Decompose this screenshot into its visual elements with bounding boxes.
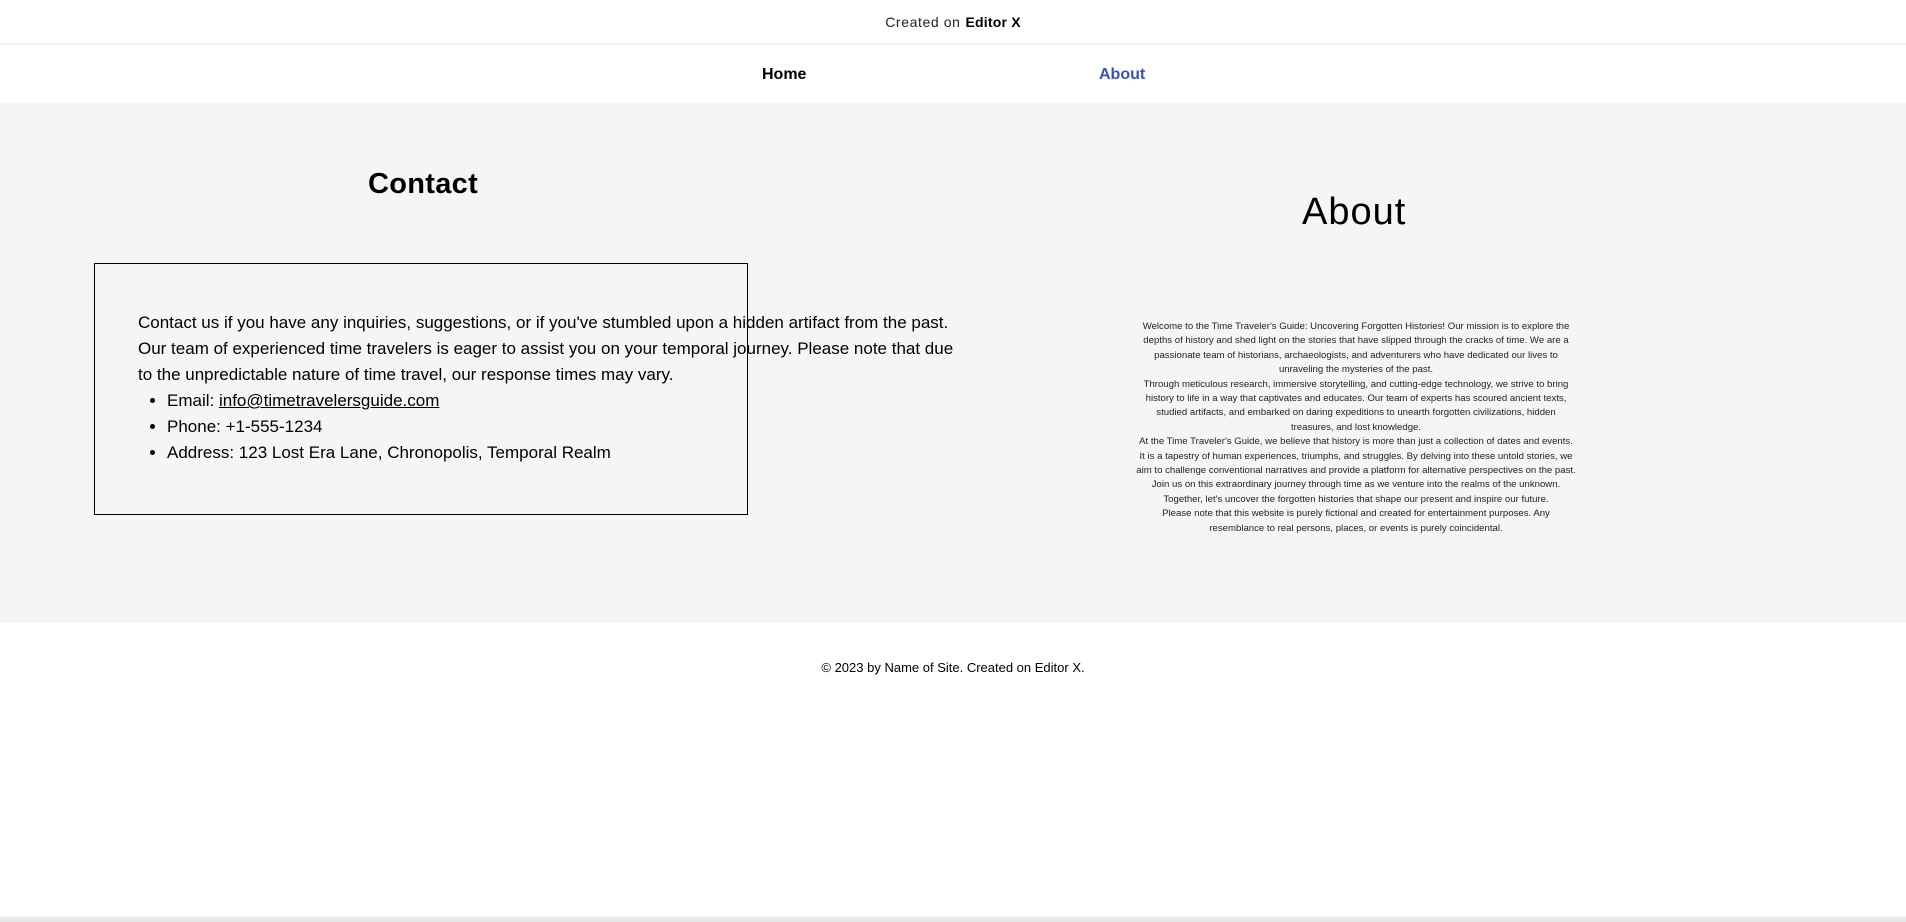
footer-copyright: © 2023 by Name of Site. Created on Edito… — [821, 660, 1085, 675]
contact-intro: Contact us if you have any inquiries, su… — [138, 313, 954, 384]
page: Created on Editor X Home About Contact C… — [0, 0, 1906, 922]
about-paragraph: Through meticulous research, immersive s… — [1143, 378, 1569, 433]
about-paragraph: Please note that this website is purely … — [1162, 508, 1550, 534]
about-text: Welcome to the Time Traveler's Guide: Un… — [1136, 320, 1576, 536]
editor-x-banner[interactable]: Created on Editor X — [0, 0, 1906, 43]
about-paragraph: Join us on this extraordinary journey th… — [1151, 479, 1561, 505]
email-link[interactable]: info@timetravelersguide.com — [219, 391, 439, 410]
nav-item-about[interactable]: About — [1099, 66, 1145, 84]
nav-item-home[interactable]: Home — [762, 66, 806, 84]
main-section: Contact Contact us if you have any inqui… — [0, 103, 1906, 623]
banner-brand: Editor X — [965, 13, 1021, 30]
contact-email-item: Email: info@timetravelersguide.com — [167, 388, 958, 414]
bottom-edge-divider — [0, 916, 1906, 922]
about-paragraph: Welcome to the Time Traveler's Guide: Un… — [1142, 321, 1570, 376]
contact-address-item: Address: 123 Lost Era Lane, Chronopolis,… — [167, 440, 958, 466]
contact-list: Email: info@timetravelersguide.com Phone… — [138, 388, 958, 466]
main-nav: Home About — [0, 44, 1906, 103]
contact-text: Contact us if you have any inquiries, su… — [138, 310, 958, 466]
about-paragraph: At the Time Traveler's Guide, we believe… — [1136, 436, 1576, 477]
banner-prefix: Created on — [885, 13, 961, 30]
contact-title: Contact — [368, 168, 479, 200]
email-label: Email: — [167, 391, 219, 410]
contact-phone-item: Phone: +1-555-1234 — [167, 414, 958, 440]
about-title: About — [1302, 191, 1407, 233]
